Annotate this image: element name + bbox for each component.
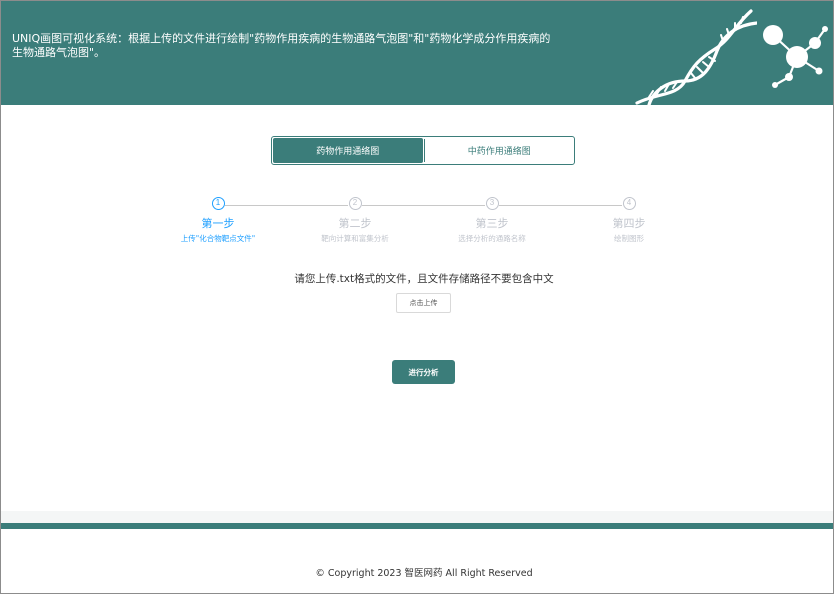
page-title: UNIQ画图可视化系统：根据上传的文件进行绘制"药物作用疾病的生物通路气泡图"和… [12, 32, 551, 59]
step-4: 4 第四步 绘制图形 [559, 197, 699, 244]
footer-spacer [1, 511, 833, 523]
step-description: 绘制图形 [614, 234, 644, 243]
step-number: 1 [211, 197, 225, 210]
step-number: 2 [348, 197, 362, 210]
app-frame: UNIQ画图可视化系统：根据上传的文件进行绘制"药物作用疾病的生物通路气泡图"和… [0, 0, 834, 594]
analyze-button[interactable]: 进行分析 [392, 360, 455, 384]
step-1: 1 第一步 上传"化合物靶点文件" [148, 197, 288, 244]
tab-tcm-action[interactable]: 中药作用通络图 [425, 137, 575, 164]
step-title: 第二步 [338, 217, 372, 230]
footer-divider [1, 523, 833, 529]
step-2: 2 第二步 靶向计算和富集分析 [285, 197, 425, 244]
step-number: 4 [622, 197, 636, 210]
chart-type-tabs: 药物作用通络图 中药作用通络图 [271, 136, 575, 165]
step-title: 第四步 [612, 217, 646, 230]
step-description: 上传"化合物靶点文件" [180, 234, 256, 243]
header-banner: UNIQ画图可视化系统：根据上传的文件进行绘制"药物作用疾病的生物通路气泡图"和… [1, 1, 833, 105]
upload-hint: 请您上传.txt格式的文件，且文件存储路径不要包含中文 [294, 273, 554, 285]
step-title: 第三步 [475, 217, 509, 230]
footer-copyright: © Copyright 2023 智医网药 All Right Reserved [315, 568, 533, 579]
step-progress: 1 第一步 上传"化合物靶点文件" 2 第二步 靶向计算和富集分析 3 第三步 … [1, 197, 833, 257]
tab-drug-action[interactable]: 药物作用通络图 [273, 138, 423, 163]
step-title: 第一步 [201, 217, 235, 230]
step-3: 3 第三步 选择分析的通路名称 [422, 197, 562, 244]
step-number: 3 [485, 197, 499, 210]
dna-helix-icon [635, 9, 757, 105]
upload-button[interactable]: 点击上传 [396, 293, 451, 313]
step-description: 靶向计算和富集分析 [321, 234, 389, 243]
molecule-icon [763, 25, 828, 88]
step-description: 选择分析的通路名称 [458, 234, 526, 243]
